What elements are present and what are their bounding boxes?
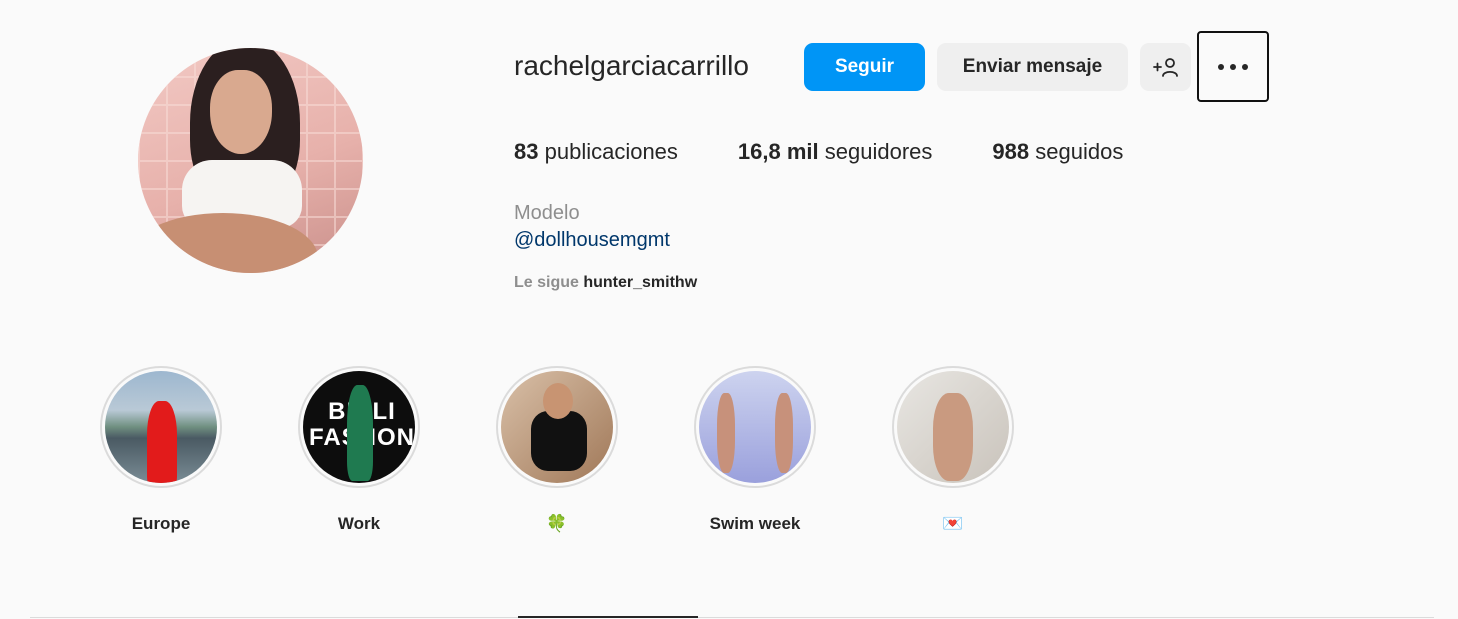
highlight-cover: BR LIFASHON [303, 371, 415, 483]
highlight-ring [496, 366, 618, 488]
posts-label: publicaciones [544, 139, 678, 164]
follow-button[interactable]: Seguir [804, 43, 925, 91]
highlight-label: 💌 [942, 514, 964, 533]
highlight-label: Europe [131, 514, 191, 533]
posts-stat: 83 publicaciones [514, 139, 678, 165]
profile-stats: 83 publicaciones 16,8 mil seguidores 988… [514, 139, 1123, 165]
active-tab-indicator [518, 616, 698, 618]
profile-avatar[interactable] [138, 48, 363, 273]
highlight-ring [892, 366, 1014, 488]
highlight-swim-week[interactable]: Swim week [692, 366, 818, 536]
more-options-icon [1218, 63, 1224, 70]
highlight-label: Swim week [709, 514, 801, 533]
followers-stat[interactable]: 16,8 mil seguidores [738, 139, 932, 165]
highlight-work[interactable]: BR LIFASHON Work [296, 366, 422, 536]
following-stat[interactable]: 988 seguidos [992, 139, 1123, 165]
highlight-europe[interactable]: Europe [98, 366, 224, 536]
highlight-clover[interactable]: 🍀 [494, 366, 620, 536]
profile-username: rachelgarciacarrillo [514, 50, 749, 81]
followers-count: 16,8 mil [737, 139, 819, 164]
bio-category: Modelo [514, 202, 580, 224]
posts-count: 83 [514, 139, 539, 164]
followed-by-label: Le sigue [514, 274, 579, 291]
add-user-icon [1152, 58, 1178, 77]
highlight-cover [699, 371, 811, 483]
highlight-label: Work [337, 514, 381, 533]
highlight-cover [105, 371, 217, 483]
send-message-button[interactable]: Enviar mensaje [937, 43, 1128, 91]
more-options-button[interactable] [1197, 31, 1269, 102]
avatar-face [210, 70, 272, 154]
suggested-accounts-button[interactable] [1140, 43, 1191, 91]
highlight-label: 🍀 [546, 514, 568, 533]
following-count: 988 [992, 139, 1030, 164]
highlight-ring: BR LIFASHON [298, 366, 420, 488]
followed-by-user[interactable]: hunter_smithw [583, 274, 697, 291]
highlight-cover [501, 371, 613, 483]
bio-mention-link[interactable]: @dollhousemgmt [514, 229, 670, 252]
highlight-ring [694, 366, 816, 488]
tabs-divider [30, 617, 1434, 618]
followed-by: Le sigue hunter_smithw [514, 274, 697, 292]
highlight-ring [100, 366, 222, 488]
highlight-cover [897, 371, 1009, 483]
highlight-love-letter[interactable]: 💌 [890, 366, 1016, 536]
followers-label: seguidores [824, 139, 933, 164]
following-label: seguidos [1035, 139, 1124, 164]
